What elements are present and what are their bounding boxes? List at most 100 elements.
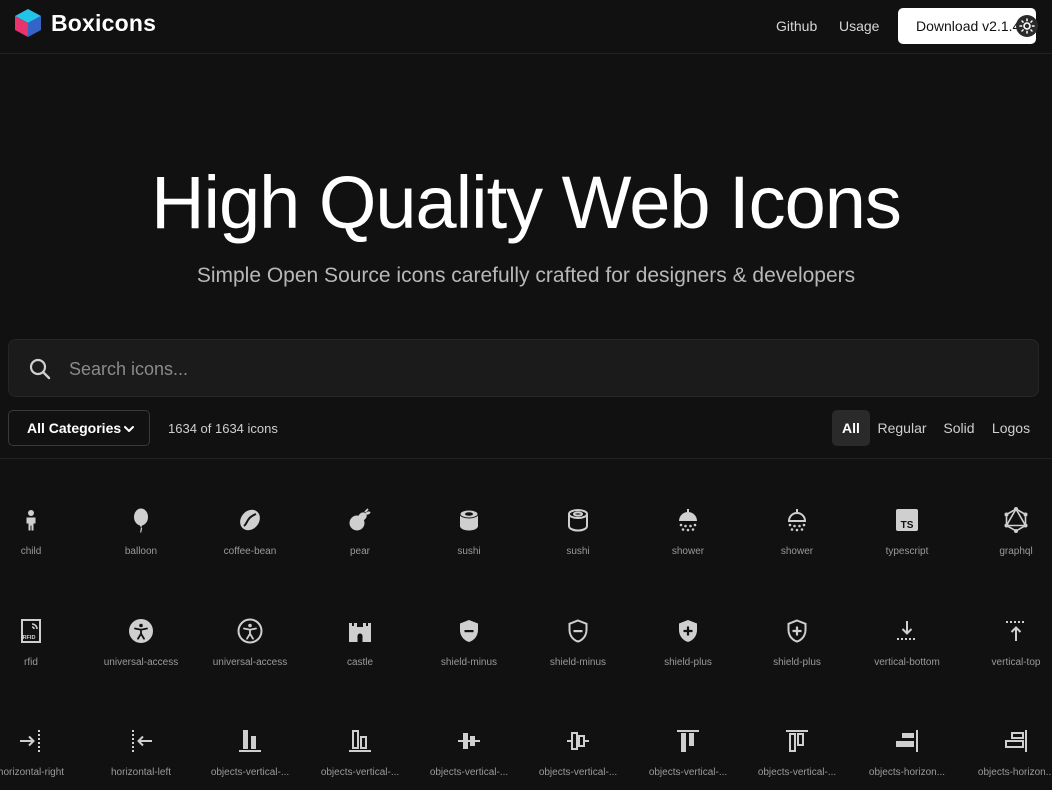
objects-vertical-bottom-regular-icon: [349, 730, 371, 752]
icon-card-rfid[interactable]: RFID rfid: [0, 617, 81, 697]
vertical-top-icon: [1006, 621, 1026, 641]
icon-card-coffee-bean[interactable]: coffee-bean: [200, 506, 300, 586]
sushi-regular-icon: [568, 509, 588, 532]
icon-card-universal-access[interactable]: universal-access: [91, 617, 191, 697]
icon-label: horizontal-right: [0, 767, 65, 778]
icon-label: typescript: [885, 546, 929, 557]
objects-vertical-top-regular-icon: [786, 730, 808, 752]
icon-card-vertical-top[interactable]: vertical-top: [966, 617, 1052, 697]
icon-label: vertical-bottom: [874, 657, 940, 668]
tab-regular[interactable]: Regular: [874, 410, 930, 446]
icon-card-child[interactable]: child: [0, 506, 81, 586]
icon-label: objects-vertical-...: [648, 767, 728, 778]
icon-card-objects-vertical-bottom[interactable]: objects-vertical-...: [200, 727, 300, 790]
search-input[interactable]: [69, 354, 969, 384]
icon-card-vertical-bottom[interactable]: vertical-bottom: [857, 617, 957, 697]
icon-card-shield-minus[interactable]: shield-minus: [419, 617, 519, 697]
theme-toggle-button[interactable]: [1016, 15, 1038, 37]
universal-access-solid-icon: [129, 619, 153, 643]
icon-card-shield-minus[interactable]: shield-minus: [528, 617, 628, 697]
svg-text:RFID: RFID: [23, 635, 36, 641]
shower-regular-icon: [787, 509, 807, 532]
nav-github-link[interactable]: Github: [776, 18, 817, 34]
tab-solid[interactable]: Solid: [938, 410, 980, 446]
icon-card-objects-horizontal-right[interactable]: objects-horizon...: [966, 727, 1052, 790]
top-nav-bar: Boxicons Github Usage Download v2.1.4: [0, 0, 1052, 54]
icon-card-horizontal-left[interactable]: horizontal-left: [91, 727, 191, 790]
shield-plus-regular-icon: [787, 619, 807, 643]
castle-icon: [349, 623, 371, 642]
chevron-down-icon: [124, 426, 134, 432]
brand-logo[interactable]: Boxicons: [14, 8, 156, 38]
svg-text:TS: TS: [901, 520, 914, 531]
category-dropdown[interactable]: All Categories: [8, 410, 150, 446]
search-bar[interactable]: [8, 339, 1039, 397]
boxicons-logo-icon: [15, 9, 41, 37]
icon-label: shield-minus: [440, 657, 498, 668]
tab-logos[interactable]: Logos: [988, 410, 1034, 446]
objects-vertical-top-solid-icon: [677, 730, 699, 752]
icon-card-pear[interactable]: pear: [310, 506, 410, 586]
icon-label: child: [20, 546, 42, 557]
icon-card-graphql[interactable]: graphql: [966, 506, 1052, 586]
icon-card-objects-vertical-bottom[interactable]: objects-vertical-...: [310, 727, 410, 790]
icon-label: sushi: [457, 546, 481, 557]
icon-label: objects-vertical-...: [757, 767, 837, 778]
vertical-bottom-icon: [897, 621, 917, 640]
icon-card-objects-vertical-center[interactable]: objects-vertical-...: [528, 727, 628, 790]
icon-card-shield-plus[interactable]: shield-plus: [638, 617, 738, 697]
hero-title: High Quality Web Icons: [151, 161, 902, 244]
icon-card-castle[interactable]: castle: [310, 617, 410, 697]
icon-label: universal-access: [103, 657, 179, 668]
icon-label: shower: [780, 546, 814, 557]
graphql-icon: [1004, 507, 1028, 533]
icon-card-shield-plus[interactable]: shield-plus: [747, 617, 847, 697]
icon-card-shower[interactable]: shower: [638, 506, 738, 586]
icon-label: objects-vertical-...: [429, 767, 509, 778]
icon-label: horizontal-left: [110, 767, 172, 778]
icon-label: shield-plus: [773, 657, 821, 668]
icon-card-universal-access[interactable]: universal-access: [200, 617, 300, 697]
icon-card-horizontal-right[interactable]: horizontal-right: [0, 727, 81, 790]
icon-count: 1634 of 1634 icons: [168, 421, 278, 436]
icon-label: sushi: [566, 546, 590, 557]
typescript-icon: TS: [896, 509, 918, 531]
pear-icon: [349, 508, 371, 531]
shield-minus-solid-icon: [460, 620, 478, 642]
objects-vertical-center-regular-icon: [567, 732, 589, 750]
icon-label: shield-plus: [664, 657, 712, 668]
icon-label: objects-horizon...: [868, 767, 946, 778]
icon-card-sushi[interactable]: sushi: [528, 506, 628, 586]
tab-all[interactable]: All: [832, 410, 870, 446]
icon-card-sushi[interactable]: sushi: [419, 506, 519, 586]
icon-card-balloon[interactable]: balloon: [91, 506, 191, 586]
icon-label: coffee-bean: [223, 546, 277, 557]
nav-usage-link[interactable]: Usage: [839, 18, 879, 34]
icon-label: vertical-top: [991, 657, 1041, 668]
shower-solid-icon: [679, 509, 697, 532]
icon-label: shower: [671, 546, 705, 557]
horizontal-left-icon: [132, 730, 152, 752]
section-divider: [0, 458, 1052, 459]
icon-card-objects-horizontal-right[interactable]: objects-horizon...: [857, 727, 957, 790]
search-icon: [29, 358, 51, 380]
icon-label: castle: [346, 657, 374, 668]
objects-vertical-center-solid-icon: [458, 733, 480, 749]
brand-name: Boxicons: [51, 9, 157, 36]
icon-label: objects-horizon...: [977, 767, 1052, 778]
icon-label: balloon: [124, 546, 158, 557]
sushi-solid-icon: [459, 509, 479, 531]
universal-access-regular-icon: [237, 618, 263, 644]
icon-card-objects-vertical-top[interactable]: objects-vertical-...: [747, 727, 847, 790]
icon-label: pear: [349, 546, 370, 557]
icon-card-shower[interactable]: shower: [747, 506, 847, 586]
icon-card-objects-vertical-center[interactable]: objects-vertical-...: [419, 727, 519, 790]
rfid-icon: RFID: [21, 619, 41, 643]
icon-card-objects-vertical-top[interactable]: objects-vertical-...: [638, 727, 738, 790]
coffee-bean-icon: [240, 509, 260, 531]
child-icon: [26, 510, 36, 531]
category-dropdown-label: All Categories: [27, 420, 122, 436]
icon-label: universal-access: [212, 657, 288, 668]
sun-icon: [1019, 18, 1035, 34]
icon-card-typescript[interactable]: TS typescript: [857, 506, 957, 586]
